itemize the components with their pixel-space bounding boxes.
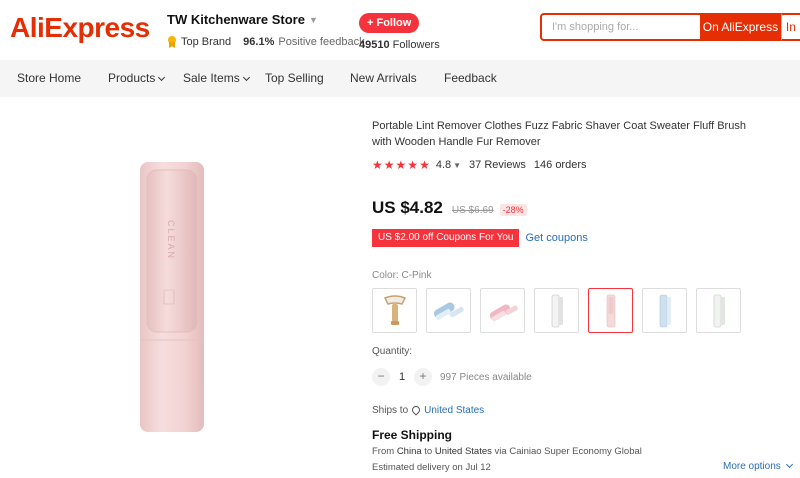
chevron-down-icon[interactable]: ▼: [453, 161, 461, 170]
blue-brush-icon: [433, 302, 464, 320]
star-icon: ★: [372, 158, 383, 172]
quantity-minus-button[interactable]: −: [372, 368, 390, 386]
blue-roller-icon: [659, 294, 671, 327]
ship-to: United States: [434, 446, 492, 457]
star-icon: ★: [395, 158, 407, 172]
quantity-plus-button[interactable]: +: [414, 368, 432, 386]
swatch-pink-roller[interactable]: [588, 288, 633, 333]
store-info: TW Kitchenware Store ▼ Top Brand 96.1% P…: [167, 12, 365, 48]
follow-box: + Follow 49510 Followers: [359, 13, 440, 51]
swatch-pink-brush[interactable]: [480, 288, 525, 333]
wooden-brush-icon: [383, 294, 406, 325]
nav-products-label[interactable]: Products: [108, 71, 155, 85]
swatch-white-roller[interactable]: [534, 288, 579, 333]
ships-to-country[interactable]: United States: [424, 405, 484, 416]
store-name[interactable]: TW Kitchenware Store: [167, 12, 305, 27]
nav-new-arrivals[interactable]: New Arrivals: [350, 60, 417, 97]
store-nav: Store Home Products Sale Items Top Selli…: [0, 60, 800, 97]
ship-from: China: [396, 446, 422, 457]
star-icon: ★: [419, 158, 430, 172]
nav-products[interactable]: Products: [108, 60, 166, 97]
positive-feedback-percent: 96.1%: [243, 36, 275, 48]
color-value: C-Pink: [401, 270, 432, 281]
pieces-available: 997 Pieces available: [440, 371, 532, 383]
lint-roller-image: CLEAN: [140, 162, 204, 432]
pink-brush-icon: [489, 304, 518, 321]
store-name-dropdown[interactable]: TW Kitchenware Store ▼: [167, 12, 365, 27]
chevron-down-icon: [158, 73, 166, 82]
current-price: US $4.82: [372, 198, 443, 217]
rating-stars[interactable]: ★ ★ ★ ★ ★: [372, 159, 430, 171]
aliexpress-logo[interactable]: AliExpress: [10, 12, 150, 44]
more-options-label[interactable]: More options: [723, 461, 781, 472]
swatch-blue-brush[interactable]: [426, 288, 471, 333]
color-swatches: [372, 288, 741, 333]
white-roller-icon: [551, 294, 563, 327]
swatch-blue-roller[interactable]: [642, 288, 687, 333]
price-row: US $4.82 US $6.69 -28%: [372, 198, 527, 218]
nav-store-home[interactable]: Store Home: [17, 60, 81, 97]
estimated-delivery: Estimated delivery on Jul 12: [372, 462, 491, 473]
search-in-store-button[interactable]: In: [780, 13, 800, 41]
more-options-link[interactable]: More options: [723, 460, 793, 472]
followers-label: Followers: [392, 39, 440, 51]
color-label: Color: C-Pink: [372, 270, 431, 281]
quantity-label: Quantity:: [372, 346, 413, 357]
nav-sale-items-label[interactable]: Sale Items: [183, 71, 240, 85]
reviews-link[interactable]: 37 Reviews: [469, 159, 526, 171]
white-green-roller-icon: [713, 294, 725, 327]
ships-to-row: Ships to United States: [372, 405, 484, 416]
top-brand-label: Top Brand: [181, 36, 232, 48]
search-bar: On AliExpress In: [540, 13, 800, 41]
caret-down-icon[interactable]: ▼: [309, 15, 318, 25]
nav-sale-items[interactable]: Sale Items: [183, 60, 250, 97]
ship-to-word: to: [424, 446, 433, 457]
orders-count: 146 orders: [533, 159, 587, 171]
quantity-stepper: − 1 + 997 Pieces available: [372, 368, 532, 386]
coupon-badge[interactable]: US $2.00 off Coupons For You: [372, 229, 524, 247]
search-on-aliexpress-button[interactable]: On AliExpress: [700, 13, 781, 41]
search-input[interactable]: [540, 13, 700, 41]
medal-icon: [167, 36, 177, 48]
location-pin-icon: [412, 406, 420, 416]
pink-roller-icon: [606, 294, 615, 327]
follow-button[interactable]: + Follow: [359, 13, 420, 33]
get-coupons-link[interactable]: Get coupons: [525, 232, 587, 244]
swatch-white-green-roller[interactable]: [696, 288, 741, 333]
ship-from-prefix: From: [372, 446, 395, 457]
product-info: Portable Lint Remover Clothes Fuzz Fabri…: [372, 118, 797, 173]
chevron-down-icon: [242, 73, 250, 82]
clean-label: CLEAN: [166, 220, 176, 260]
coupon-row: US $2.00 off Coupons For You Get coupons: [372, 229, 588, 247]
rating-value[interactable]: 4.8: [436, 159, 451, 171]
ships-to-label: Ships to: [372, 405, 409, 416]
star-icon: ★: [407, 158, 419, 172]
free-shipping-label: Free Shipping: [372, 428, 453, 442]
rating-row: ★ ★ ★ ★ ★ 4.8 ▼ 37 Reviews 146 orders: [372, 157, 797, 173]
followers-number: 49510: [359, 39, 390, 51]
followers-count: 49510 Followers: [359, 39, 440, 51]
star-icon: ★: [383, 158, 395, 172]
nav-top-selling[interactable]: Top Selling: [265, 60, 324, 97]
chevron-down-icon: [785, 460, 793, 469]
store-meta: Top Brand 96.1% Positive feedback: [167, 36, 365, 48]
nav-feedback[interactable]: Feedback: [444, 60, 497, 97]
original-price: US $6.69: [451, 205, 494, 216]
color-label-text: Color:: [372, 270, 399, 281]
positive-feedback-label: Positive feedback: [278, 36, 365, 48]
product-title: Portable Lint Remover Clothes Fuzz Fabri…: [372, 120, 746, 148]
discount-badge: -28%: [499, 204, 527, 216]
swatch-wooden-handle-brush[interactable]: [372, 288, 417, 333]
shipping-detail: From China to United States via Cainiao …: [372, 446, 642, 457]
quantity-value[interactable]: 1: [390, 371, 414, 383]
header: AliExpress TW Kitchenware Store ▼ Top Br…: [0, 0, 800, 60]
ship-via: via Cainiao Super Economy Global: [494, 446, 642, 457]
product-main-image[interactable]: CLEAN: [138, 160, 208, 440]
